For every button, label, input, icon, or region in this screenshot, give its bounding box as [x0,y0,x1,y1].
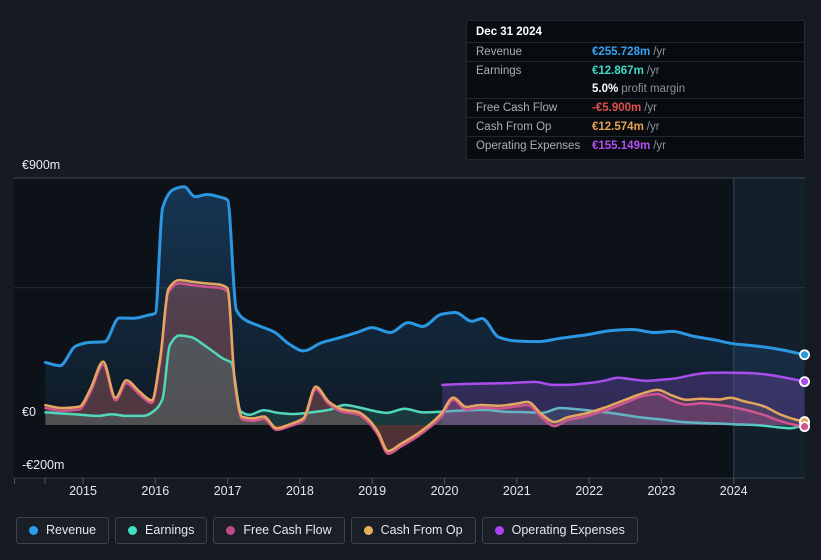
earnings-dot-icon [128,526,138,535]
tooltip-unit: /yr [646,121,660,133]
financial-history-chart-page: €900m €0 -€200m 2015 2016 2017 2018 2019 2020 20… [0,0,821,560]
free-cash-flow-dot-icon [226,526,236,535]
tooltip-row-earnings: Earnings €12.867m/yr [467,61,804,80]
tooltip-unit: /yr [644,102,658,114]
tooltip-unit: /yr [653,46,666,58]
legend-label: Earnings [145,523,195,537]
legend-label: Revenue [46,523,97,537]
legend-item-revenue[interactable]: Revenue [16,517,110,544]
tooltip-value-free-cash-flow: -€5.900m [592,102,642,114]
tooltip-value-cash-from-op: €12.574m [592,121,644,133]
tooltip-value-revenue: €255.728m [592,46,651,58]
tooltip-value-operating-expenses: €155.149m [592,140,651,152]
tooltip-row-profit-margin: 5.0% profit margin [467,80,804,98]
x-axis-label: 2024 [719,484,748,498]
y-axis-label: €900m [22,158,61,172]
tooltip-row-operating-expenses: Operating Expenses €155.149m/yr [467,136,804,155]
tooltip-label: Revenue [476,46,523,58]
x-axis-label: 2015 [69,484,97,498]
legend-item-earnings[interactable]: Earnings [115,517,208,544]
tooltip-date: Dec 31 2024 [476,26,542,38]
legend-label: Cash From Op [380,523,463,537]
x-axis-label: 2020 [430,484,459,498]
x-axis-label: 2016 [141,484,170,498]
x-axis-label: 2018 [285,484,314,498]
y-axis-label: -€200m [22,458,65,472]
tooltip-row-free-cash-flow: Free Cash Flow -€5.900m/yr [467,98,804,117]
legend-label: Free Cash Flow [243,523,332,537]
revenue-dot-icon [29,526,38,535]
operating-expenses-dot-icon [494,526,504,535]
tooltip-panel: Dec 31 2024 Revenue €255.728m/yr Earning… [466,20,805,160]
y-axis-label: €0 [22,405,36,419]
x-axis-label: 2021 [502,484,531,498]
legend-item-cash-from-op[interactable]: Cash From Op [350,517,476,544]
legend-item-operating-expenses[interactable]: Operating Expenses [481,517,638,544]
tooltip-label: Free Cash Flow [476,102,558,114]
tooltip-label: Cash From Op [476,121,552,133]
x-axis-label: 2023 [647,484,676,498]
x-axis-label: 2017 [213,484,242,498]
tooltip-label: Operating Expenses [476,140,581,152]
cash-from-op-dot-icon [363,526,373,535]
legend-item-free-cash-flow[interactable]: Free Cash Flow [213,517,345,544]
x-axis-label: 2022 [575,484,603,498]
tooltip-row-revenue: Revenue €255.728m/yr [467,42,804,61]
tooltip-profit-margin-label: profit margin [621,83,686,95]
tooltip-unit: /yr [653,140,666,152]
tooltip-label: Earnings [476,65,522,77]
legend: Revenue Earnings Free Cash Flow Cash Fro… [16,517,638,544]
tooltip-row-cash-from-op: Cash From Op €12.574m/yr [467,117,804,136]
plot-hover-region[interactable] [14,178,805,478]
tooltip-value-earnings: €12.867m [592,65,644,77]
legend-label: Operating Expenses [511,523,625,537]
tooltip-unit: /yr [646,65,660,77]
tooltip-value-profit-margin: 5.0% [592,83,619,95]
x-axis-label: 2019 [358,484,387,498]
